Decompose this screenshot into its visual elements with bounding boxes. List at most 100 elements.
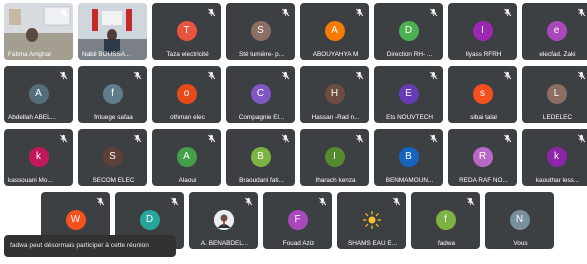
participant-name: Ets NOUVTECH	[386, 114, 433, 121]
mic-off-icon	[429, 134, 438, 143]
mic-off-icon	[503, 71, 512, 80]
participant-name: Braoudani fati...	[239, 177, 284, 184]
mic-off-icon	[577, 134, 586, 143]
participant-tile[interactable]: F Fouad Aziz	[263, 192, 332, 249]
participant-tile[interactable]: S SECOM ELEC	[78, 129, 147, 186]
mic-off-icon	[318, 197, 327, 206]
participant-name: BENMAMOUN...	[385, 177, 434, 184]
participant-tile[interactable]: o othman elec	[152, 66, 221, 123]
avatar: A	[324, 21, 345, 41]
mic-off-icon	[133, 71, 142, 80]
avatar: s	[472, 84, 493, 104]
participant-tile[interactable]: B Braoudani fati...	[226, 129, 295, 186]
avatar: f	[102, 84, 123, 104]
avatar: E	[398, 84, 419, 104]
participant-name: Fatima Amghar	[8, 51, 52, 58]
avatar: S	[250, 21, 271, 41]
participant-name: Hassan -Rad n...	[311, 114, 360, 121]
avatar: A	[176, 147, 197, 167]
mic-off-icon	[170, 197, 179, 206]
mic-off-icon	[207, 71, 216, 80]
participant-tile[interactable]: B BENMAMOUN...	[374, 129, 443, 186]
mic-off-icon	[59, 8, 68, 17]
avatar: W	[65, 210, 86, 230]
avatar: C	[250, 84, 271, 104]
participant-tile[interactable]: s sibai talal	[448, 66, 517, 123]
avatar: S	[102, 147, 123, 167]
mic-off-icon	[503, 134, 512, 143]
mic-off-icon	[503, 8, 512, 17]
participant-tile[interactable]: I Iharach kenza	[300, 129, 369, 186]
participant-tile[interactable]: H Hassan -Rad n...	[300, 66, 369, 123]
participant-tile[interactable]: R REDA RAF NO...	[448, 129, 517, 186]
avatar: D	[398, 21, 419, 41]
participant-grid: Fatima Amghar Nabil BOUSSA... T Taza electr…	[0, 0, 587, 264]
participant-tile[interactable]: I Ilyass RFRH	[448, 3, 517, 60]
participant-tile[interactable]: T Taza electricité	[152, 3, 221, 60]
join-notification: fadwa peut désormais participer à cette …	[4, 235, 176, 257]
participant-tile[interactable]: Fatima Amghar	[4, 3, 73, 60]
mic-off-icon	[577, 8, 586, 17]
avatar: e	[546, 21, 567, 41]
participant-tile[interactable]: f fadwa	[411, 192, 480, 249]
avatar: o	[176, 84, 197, 104]
avatar: R	[472, 147, 493, 167]
participant-tile[interactable]: A ABOUYAHYA M	[300, 3, 369, 60]
participant-tile[interactable]: A. BENABDEL...	[189, 192, 258, 249]
participant-name: Taza electricité	[166, 51, 209, 58]
mic-off-icon	[577, 71, 586, 80]
participant-tile[interactable]: E Ets NOUVTECH	[374, 66, 443, 123]
participant-tile[interactable]: Nabil BOUSSA...	[78, 3, 147, 60]
participant-tile[interactable]: A Alaoui	[152, 129, 221, 186]
participant-name: Sté lumière- p...	[238, 51, 285, 58]
participant-name: Compagnie El...	[238, 114, 285, 121]
avatar: k	[546, 147, 567, 167]
participant-tile[interactable]: f frituege safaa	[78, 66, 147, 123]
mic-off-icon	[281, 8, 290, 17]
mic-off-icon	[281, 134, 290, 143]
participant-tile[interactable]: C Compagnie El...	[226, 66, 295, 123]
participant-name: Iharach kenza	[315, 177, 356, 184]
mic-off-icon	[355, 71, 364, 80]
participant-tile[interactable]: e elecfad. Zaki	[522, 3, 587, 60]
avatar: H	[324, 84, 345, 104]
mic-off-icon	[355, 8, 364, 17]
mic-off-icon	[429, 8, 438, 17]
participant-name: fadwa	[437, 240, 456, 247]
participant-tile[interactable]: k kaouthar less...	[522, 129, 587, 186]
mic-off-icon	[281, 71, 290, 80]
participant-name: kaouthar less...	[535, 177, 580, 184]
mic-off-icon	[59, 134, 68, 143]
participant-tile[interactable]: SHAMS EAU E...	[337, 192, 406, 249]
participant-tile[interactable]: N Vous	[485, 192, 554, 249]
participant-name: SECOM ELEC	[92, 177, 135, 184]
participant-name: REDA RAF NO...	[459, 177, 508, 184]
avatar: f	[435, 210, 456, 230]
participant-name: kassouani Mo...	[8, 177, 53, 184]
participant-name: Fouad Aziz	[282, 240, 315, 247]
avatar: I	[324, 147, 345, 167]
avatar: F	[287, 210, 308, 230]
avatar: B	[250, 147, 271, 167]
mic-off-icon	[96, 197, 105, 206]
participant-name: ABOUYAHYA M	[312, 51, 359, 58]
avatar: N	[509, 210, 530, 230]
participant-tile[interactable]: D Direction RH- ...	[374, 3, 443, 60]
participant-tile[interactable]: L LEDELEC	[522, 66, 587, 123]
participant-name: sibai talal	[470, 114, 497, 121]
avatar	[213, 210, 234, 230]
participant-name: othman elec	[170, 114, 205, 121]
sun-logo-icon	[362, 210, 382, 230]
mic-off-icon	[207, 134, 216, 143]
mic-off-icon	[355, 134, 364, 143]
participant-name: Ilyass RFRH	[465, 51, 502, 58]
participant-name: A. BENABDEL...	[200, 240, 249, 247]
participant-tile[interactable]: A Abdellah ABEL...	[4, 66, 73, 123]
mic-off-icon	[392, 197, 401, 206]
mic-off-icon	[244, 197, 253, 206]
participant-name: SHAMS EAU E...	[347, 240, 397, 247]
participant-name: LEDELEC	[542, 114, 573, 121]
mic-off-icon	[59, 71, 68, 80]
participant-tile[interactable]: k kassouani Mo...	[4, 129, 73, 186]
participant-tile[interactable]: S Sté lumière- p...	[226, 3, 295, 60]
